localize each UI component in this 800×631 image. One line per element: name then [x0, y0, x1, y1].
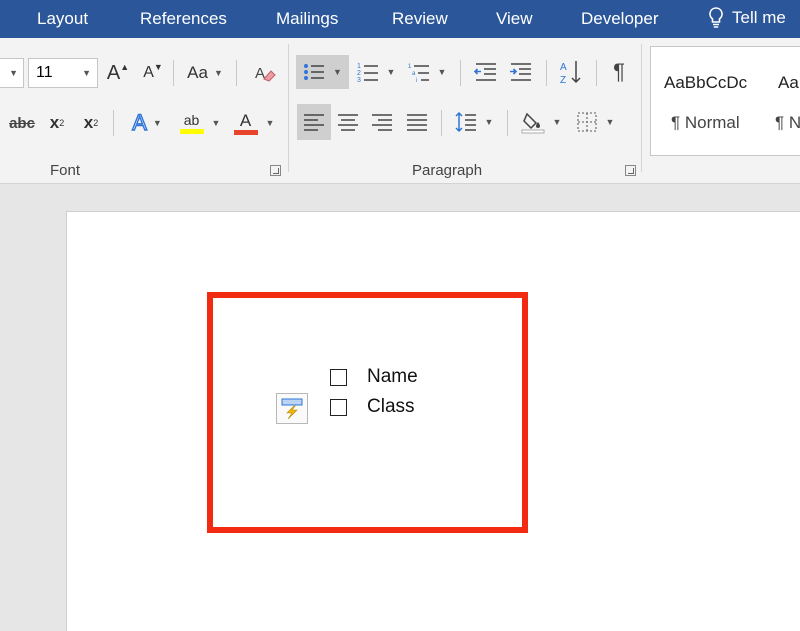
- separator: [113, 110, 114, 136]
- shrink-font-button[interactable]: A ▼: [140, 58, 166, 88]
- checklist-item: Class: [330, 396, 415, 418]
- multilevel-list-icon: 1 a i: [408, 64, 429, 83]
- separator: [641, 44, 642, 172]
- subscript-button[interactable]: x2: [44, 108, 70, 138]
- grow-font-button[interactable]: A ▲: [104, 58, 132, 88]
- align-center-button[interactable]: [332, 104, 364, 140]
- separator: [507, 110, 508, 136]
- sort-button[interactable]: A Z: [555, 55, 587, 89]
- font-group-label: Font: [50, 162, 81, 179]
- tell-me-label: Tell me: [732, 8, 786, 27]
- svg-text:1: 1: [408, 64, 412, 70]
- eraser-icon: A: [255, 65, 276, 82]
- checklist-item: Name: [330, 366, 418, 388]
- separator: [236, 60, 237, 86]
- align-center-icon: [338, 114, 358, 131]
- svg-text:i: i: [416, 78, 417, 83]
- separator: [288, 44, 289, 172]
- increase-indent-button[interactable]: [505, 55, 537, 89]
- numbering-button[interactable]: 1 2 3 ▼: [354, 55, 398, 89]
- tab-review[interactable]: Review: [392, 9, 448, 29]
- justify-icon: [407, 114, 427, 131]
- pilcrow-icon: ¶: [613, 59, 625, 84]
- align-right-icon: [372, 114, 392, 131]
- checklist-label: Name: [367, 366, 418, 387]
- borders-icon: [576, 112, 597, 132]
- font-color-button[interactable]: A ▼: [230, 108, 278, 138]
- align-left-button[interactable]: [297, 104, 331, 140]
- svg-text:A: A: [560, 62, 567, 73]
- building-block-lightning-icon: [281, 398, 303, 420]
- checkbox[interactable]: [330, 398, 347, 416]
- ribbon-home-panel: ▼ 11 ▼ A▲ A▼ Aa▼ A abc x2 x2 A▼ ab ▼: [0, 38, 800, 184]
- shading-button[interactable]: ▼: [516, 104, 566, 140]
- strikethrough-button[interactable]: abc: [6, 108, 38, 138]
- ribbon-tab-bar: Layout References Mailings Review View D…: [0, 0, 800, 38]
- style-name-normal[interactable]: ¶ Normal: [671, 113, 740, 133]
- align-left-icon: [304, 114, 324, 131]
- borders-button[interactable]: ▼: [570, 104, 620, 140]
- content-control-icon[interactable]: [276, 393, 308, 424]
- bullets-button[interactable]: ▼: [296, 55, 349, 89]
- paint-bucket-icon: [521, 112, 544, 134]
- styles-gallery: AaBbCcDc ¶ Normal Aa ¶ N: [650, 46, 800, 156]
- line-spacing-button[interactable]: ▼: [450, 104, 498, 140]
- document-area: Name Class: [0, 185, 800, 631]
- svg-text:A: A: [255, 65, 265, 82]
- checklist-label: Class: [367, 396, 415, 417]
- superscript-button[interactable]: x2: [78, 108, 104, 138]
- lightbulb-icon: [709, 7, 723, 28]
- numbered-list-icon: 1 2 3: [357, 63, 378, 83]
- svg-text:Z: Z: [560, 75, 566, 85]
- font-dialog-launcher[interactable]: [270, 165, 281, 176]
- show-formatting-button[interactable]: ¶: [604, 55, 634, 89]
- font-size-value: 11: [36, 64, 53, 81]
- separator: [596, 60, 597, 86]
- checkbox[interactable]: [330, 368, 347, 386]
- style-sample-no-spacing[interactable]: Aa: [778, 73, 799, 93]
- highlight-color-button[interactable]: ab ▼: [176, 108, 224, 138]
- tab-developer[interactable]: Developer: [581, 9, 659, 29]
- separator: [460, 60, 461, 86]
- separator: [441, 110, 442, 136]
- multilevel-list-button[interactable]: 1 a i ▼: [404, 55, 450, 89]
- tell-me-box[interactable]: Tell me: [708, 7, 786, 29]
- svg-text:2: 2: [357, 70, 361, 77]
- text-effects-button[interactable]: A ▼: [124, 108, 170, 138]
- separator: [546, 60, 547, 86]
- style-sample-normal[interactable]: AaBbCcDc: [664, 73, 747, 93]
- increase-indent-icon: [510, 63, 531, 81]
- line-spacing-icon: [455, 111, 476, 133]
- align-right-button[interactable]: [366, 104, 398, 140]
- tab-view[interactable]: View: [496, 9, 533, 29]
- decrease-indent-button[interactable]: [470, 55, 502, 89]
- font-size-dropdown[interactable]: 11 ▼: [28, 58, 98, 88]
- font-name-dropdown[interactable]: ▼: [0, 58, 24, 88]
- tab-mailings[interactable]: Mailings: [276, 9, 338, 29]
- style-name-no-spacing[interactable]: ¶ N: [775, 113, 800, 133]
- sort-az-icon: A Z: [560, 61, 581, 85]
- svg-text:a: a: [412, 71, 416, 77]
- separator: [173, 60, 174, 86]
- svg-text:3: 3: [357, 77, 361, 83]
- change-case-button[interactable]: Aa ▼: [182, 58, 228, 88]
- bullet-list-icon: [304, 64, 325, 80]
- paragraph-group-label: Paragraph: [412, 162, 483, 179]
- clear-formatting-button[interactable]: A: [250, 58, 280, 88]
- document-page[interactable]: Name Class: [66, 211, 800, 631]
- tab-references[interactable]: References: [140, 9, 227, 29]
- paragraph-dialog-launcher[interactable]: [625, 165, 636, 176]
- justify-button[interactable]: [401, 104, 433, 140]
- tab-layout[interactable]: Layout: [37, 9, 88, 29]
- decrease-indent-icon: [474, 63, 496, 81]
- svg-text:1: 1: [357, 63, 361, 70]
